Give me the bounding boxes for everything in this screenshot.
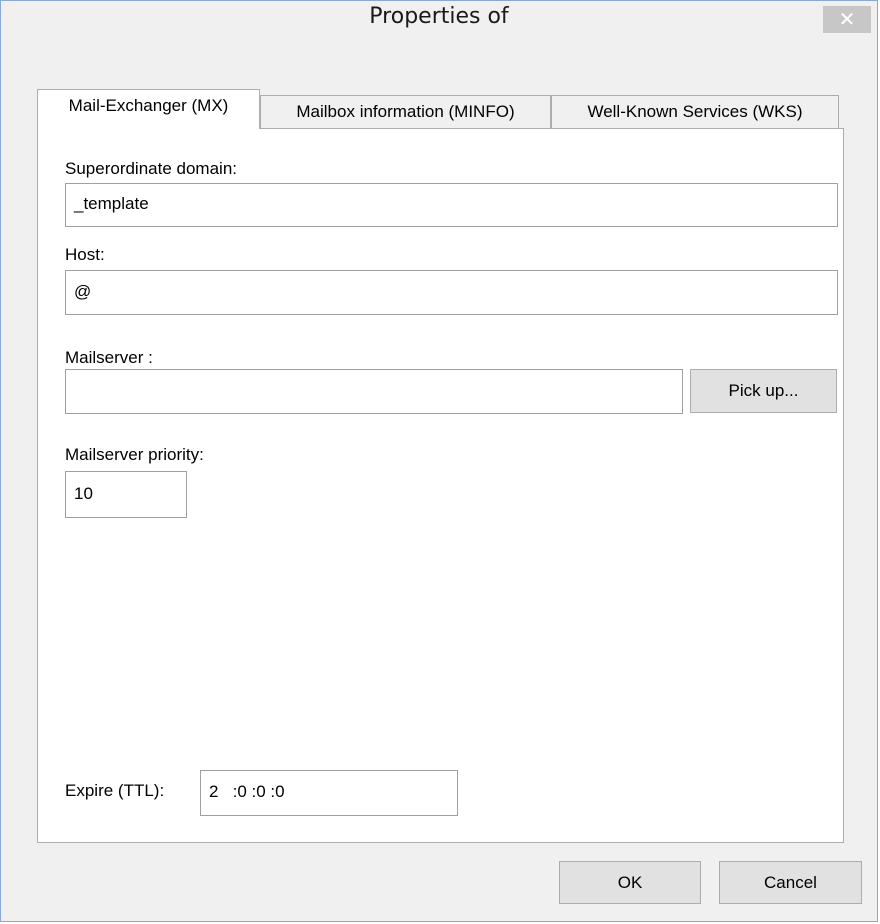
expire-ttl-label: Expire (TTL):	[65, 781, 165, 800]
pick-up-label: Pick up...	[728, 381, 799, 400]
title-bar[interactable]: Properties of ✕	[1, 1, 877, 35]
tab-label: Mailbox information (MINFO)	[296, 102, 515, 121]
close-icon: ✕	[838, 7, 856, 31]
tab-label: Mail-Exchanger (MX)	[68, 96, 229, 115]
mailserver-priority-label: Mailserver priority:	[65, 445, 204, 464]
mailserver-priority-field[interactable]: 10	[65, 471, 187, 518]
tab-panel-mx: Superordinate domain: _template Host: @ …	[37, 128, 844, 843]
superordinate-domain-field[interactable]: _template	[65, 183, 838, 227]
tab-mail-exchanger[interactable]: Mail-Exchanger (MX)	[37, 89, 260, 129]
tab-mailbox-information[interactable]: Mailbox information (MINFO)	[260, 95, 551, 129]
tab-well-known-services[interactable]: Well-Known Services (WKS)	[551, 95, 839, 129]
cancel-label: Cancel	[764, 873, 817, 892]
ok-button[interactable]: OK	[559, 861, 701, 904]
dialog-title: Properties of	[369, 4, 509, 29]
expire-ttl-field[interactable]: 2 :0 :0 :0	[200, 770, 458, 816]
close-button[interactable]: ✕	[823, 6, 871, 33]
ok-label: OK	[617, 873, 643, 892]
mailserver-label: Mailserver :	[65, 348, 153, 367]
pick-up-button[interactable]: Pick up...	[690, 369, 837, 413]
mailserver-field[interactable]	[65, 369, 683, 414]
cancel-button[interactable]: Cancel	[719, 861, 862, 904]
properties-dialog: Properties of ✕ Mail-Exchanger (MX) Mail…	[0, 0, 878, 922]
tab-label: Well-Known Services (WKS)	[587, 102, 803, 121]
superordinate-domain-label: Superordinate domain:	[65, 159, 238, 178]
host-label: Host:	[65, 245, 105, 264]
host-field[interactable]: @	[65, 270, 838, 315]
